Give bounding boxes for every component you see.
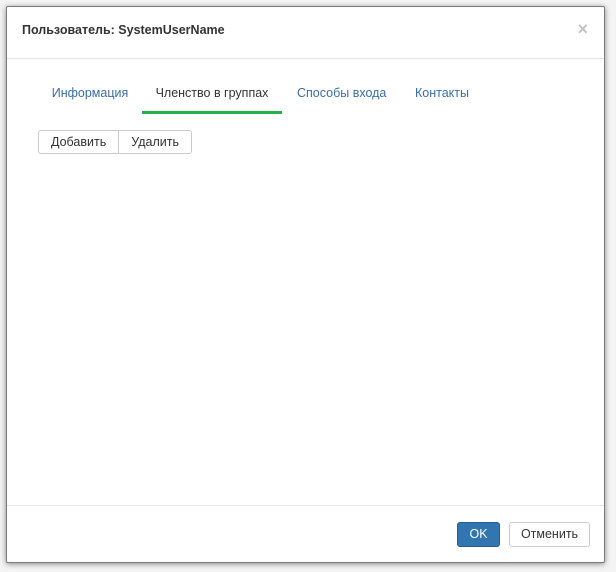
tab-contacts[interactable]: Контакты [413, 75, 471, 114]
group-toolbar: Добавить Удалить [38, 130, 192, 154]
add-button[interactable]: Добавить [38, 130, 120, 154]
tab-information[interactable]: Информация [50, 75, 130, 114]
dialog-header: Пользователь: SystemUserName × [7, 7, 604, 59]
ok-button[interactable]: OK [457, 522, 500, 547]
user-dialog: Пользователь: SystemUserName × Информаци… [6, 6, 605, 563]
tab-login-methods[interactable]: Способы входа [297, 75, 386, 114]
cancel-button[interactable]: Отменить [509, 522, 590, 547]
tab-group-membership[interactable]: Членство в группах [142, 75, 282, 114]
remove-button[interactable]: Удалить [119, 130, 192, 154]
dialog-footer: OK Отменить [7, 505, 604, 562]
dialog-title: Пользователь: SystemUserName [22, 23, 225, 37]
close-icon[interactable]: × [577, 20, 588, 38]
